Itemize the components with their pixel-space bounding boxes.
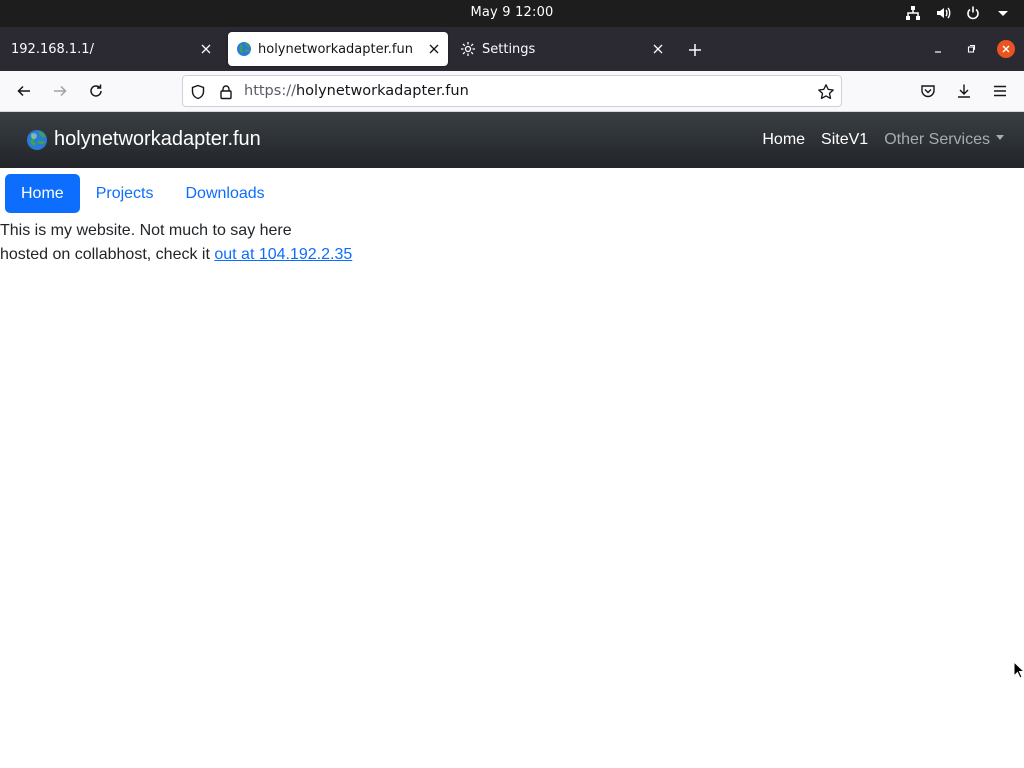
back-button[interactable] bbox=[12, 79, 36, 103]
tab-downloads[interactable]: Downloads bbox=[169, 174, 280, 213]
brand-name: holynetworkadapter.fun bbox=[54, 128, 261, 150]
download-icon bbox=[958, 84, 970, 98]
arrow-right-icon bbox=[54, 85, 67, 97]
downloads-button[interactable] bbox=[952, 79, 976, 103]
url-bar[interactable]: https://holynetworkadapter.fun bbox=[182, 75, 842, 107]
site-brand[interactable]: holynetworkadapter.fun bbox=[26, 128, 261, 151]
plus-icon bbox=[689, 44, 701, 56]
tab-home[interactable]: Home bbox=[5, 174, 80, 213]
url-host: holynetworkadapter.fun bbox=[295, 83, 469, 99]
minimize-icon bbox=[935, 51, 941, 53]
shield-icon[interactable] bbox=[189, 83, 207, 101]
globe-icon bbox=[236, 41, 252, 57]
page-content: This is my website. Not much to say here… bbox=[0, 219, 352, 267]
network-icon[interactable] bbox=[904, 4, 922, 22]
arrow-left-icon bbox=[17, 85, 30, 97]
tab-title: holynetworkadapter.fun bbox=[258, 41, 413, 57]
maximize-button[interactable] bbox=[960, 38, 982, 60]
star-icon[interactable] bbox=[817, 83, 835, 101]
nav-home-link[interactable]: Home bbox=[762, 131, 805, 149]
minimize-button[interactable] bbox=[927, 38, 949, 60]
system-tray[interactable] bbox=[904, 4, 1012, 22]
close-icon bbox=[997, 40, 1015, 58]
nav-other-services-dropdown[interactable]: Other Services bbox=[884, 131, 1004, 149]
forward-button[interactable] bbox=[48, 79, 72, 103]
tab-holynetworkadapter[interactable]: holynetworkadapter.fun bbox=[228, 32, 448, 66]
intro-text: This is my website. Not much to say here bbox=[0, 222, 292, 239]
system-clock[interactable]: May 9 12:00 bbox=[0, 5, 1024, 20]
system-top-bar: May 9 12:00 bbox=[0, 0, 1024, 27]
nav-sitev1-link[interactable]: SiteV1 bbox=[821, 131, 868, 149]
lock-icon[interactable] bbox=[217, 83, 235, 101]
chevron-down-icon[interactable] bbox=[994, 4, 1012, 22]
nav-other-services-label: Other Services bbox=[884, 131, 990, 148]
tab-title: Settings bbox=[482, 41, 536, 57]
close-icon[interactable] bbox=[424, 39, 444, 59]
close-icon[interactable] bbox=[196, 39, 216, 59]
caret-down-icon bbox=[996, 135, 1004, 141]
tab-router[interactable]: 192.168.1.1/ bbox=[4, 32, 220, 66]
restore-icon bbox=[967, 44, 976, 53]
site-navbar: holynetworkadapter.fun Home SiteV1 Other… bbox=[0, 112, 1024, 168]
pocket-icon bbox=[921, 85, 935, 98]
tab-title: 192.168.1.1/ bbox=[11, 41, 94, 57]
mouse-cursor-icon bbox=[1013, 661, 1024, 679]
top-nav: Home SiteV1 Other Services bbox=[746, 131, 1004, 149]
ip-link[interactable]: out at 104.192.2.35 bbox=[214, 246, 352, 263]
url-scheme: https:// bbox=[244, 83, 296, 99]
tab-projects[interactable]: Projects bbox=[80, 174, 170, 213]
globe-icon bbox=[26, 129, 48, 151]
browser-tab-strip: 192.168.1.1/ holynetworkadapter.fun Sett… bbox=[0, 27, 1024, 71]
menu-button[interactable] bbox=[988, 79, 1012, 103]
volume-icon[interactable] bbox=[934, 4, 952, 22]
tab-settings[interactable]: Settings bbox=[452, 32, 672, 66]
power-icon[interactable] bbox=[964, 4, 982, 22]
url-text[interactable]: https://holynetworkadapter.fun bbox=[244, 83, 469, 99]
gear-icon bbox=[460, 41, 476, 57]
hosting-text: hosted on collabhost, check it out at 10… bbox=[0, 243, 352, 267]
reload-button[interactable] bbox=[84, 79, 108, 103]
page-tabs: Home Projects Downloads bbox=[5, 174, 281, 213]
hamburger-icon bbox=[994, 85, 1006, 97]
hosting-prefix: hosted on collabhost, check it bbox=[0, 246, 215, 263]
new-tab-button[interactable] bbox=[684, 39, 706, 61]
window-close-button[interactable] bbox=[995, 38, 1017, 60]
pocket-button[interactable] bbox=[916, 79, 940, 103]
reload-icon bbox=[90, 84, 102, 97]
close-icon[interactable] bbox=[648, 39, 668, 59]
browser-toolbar: https://holynetworkadapter.fun bbox=[0, 71, 1024, 112]
